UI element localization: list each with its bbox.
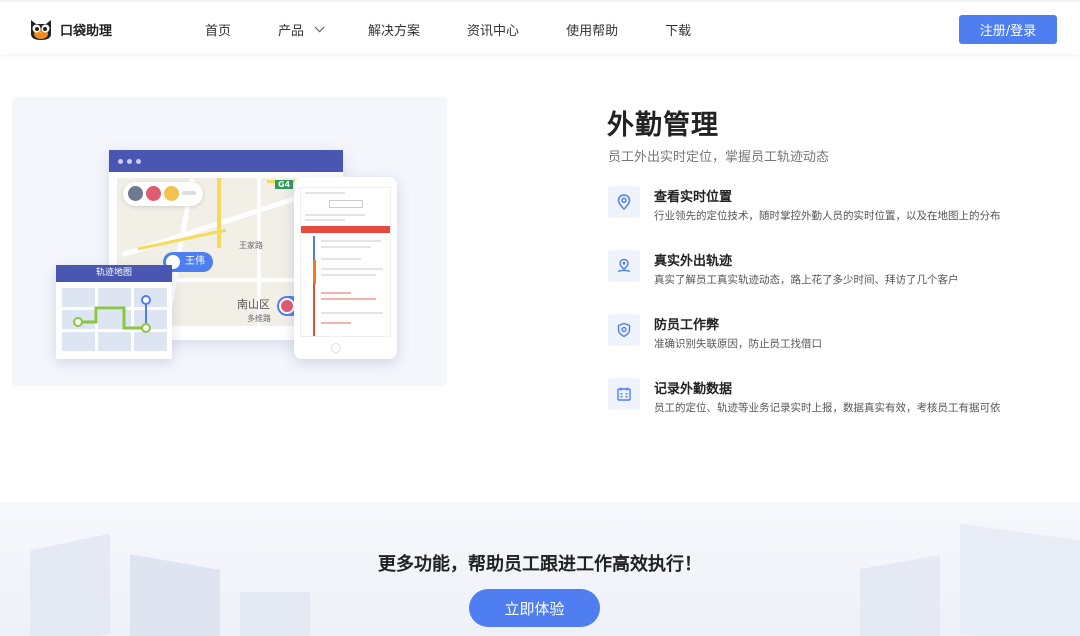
pin-name: 王伟	[185, 256, 205, 267]
cta-banner: 更多功能，帮助员工跟进工作高效执行！ 立即体验	[0, 502, 1080, 636]
window-dot-icon	[118, 159, 123, 164]
nav-label: 资讯中心	[467, 24, 520, 39]
section-subtitle: 员工外出实时定位，掌握员工轨迹动态	[608, 150, 830, 165]
nav-label: 首页	[205, 24, 232, 39]
window-dot-icon	[127, 159, 132, 164]
nav-label: 下载	[665, 24, 692, 39]
avatar	[146, 186, 161, 201]
feature-desc: 真实了解员工真实轨迹动态，路上花了多少时间、拜访了几个客户	[654, 274, 959, 286]
browser-titlebar	[109, 150, 343, 172]
route-path-icon	[73, 295, 151, 333]
nav-item-news[interactable]: 资讯中心	[467, 20, 519, 39]
location-pin-icon	[608, 186, 640, 218]
feature-item: 真实外出轨迹 真实了解员工真实轨迹动态，路上花了多少时间、拜访了几个客户	[608, 250, 1048, 290]
window-dot-icon	[136, 159, 141, 164]
building-decoration	[30, 533, 110, 636]
nav-label: 产品	[278, 24, 305, 39]
try-now-button[interactable]: 立即体验	[469, 589, 600, 627]
track-map	[62, 288, 167, 352]
nav-label: 解决方案	[368, 24, 421, 39]
avatar-group	[123, 182, 203, 206]
feature-item: 防员工作弊 准确识别失联原因，防止员工找借口	[608, 314, 1048, 354]
owl-logo-icon	[28, 16, 54, 42]
building-decoration	[960, 523, 1080, 636]
feature-desc: 行业领先的定位技术，随时掌控外勤人员的实时位置，以及在地图上的分布	[654, 210, 1001, 222]
cta-title: 更多功能，帮助员工跟进工作高效执行！	[378, 554, 702, 575]
nav-item-download[interactable]: 下载	[665, 20, 691, 39]
map-label: 王家路	[239, 241, 263, 250]
phone-screen	[300, 187, 391, 337]
section-title: 外勤管理	[607, 110, 719, 141]
feature-title: 记录外勤数据	[654, 382, 733, 397]
map-label: 多维路	[247, 314, 271, 323]
feature-desc: 准确识别失联原因，防止员工找借口	[654, 338, 822, 350]
feature-title: 查看实时位置	[654, 190, 733, 205]
shield-icon	[608, 314, 640, 346]
nav-item-help[interactable]: 使用帮助	[566, 20, 618, 39]
track-card-title: 轨迹地图	[56, 265, 172, 282]
route-icon	[608, 250, 640, 282]
nav-item-products[interactable]: 产品	[278, 20, 325, 39]
phone-mockup	[294, 177, 397, 359]
map-label: 南山区	[237, 298, 270, 311]
avatar	[164, 186, 179, 201]
register-login-button[interactable]: 注册/登录	[959, 15, 1057, 44]
feature-title: 真实外出轨迹	[654, 254, 733, 269]
feature-item: 记录外勤数据 员工的定位、轨迹等业务记录实时上报，数据真实有效，考核员工有据可依	[608, 378, 1048, 418]
nav-item-solutions[interactable]: 解决方案	[368, 20, 420, 39]
brand-name: 口袋助理	[60, 23, 113, 39]
highway-badge: G4	[275, 180, 294, 189]
track-map-card: 轨迹地图	[56, 265, 172, 359]
calendar-icon	[608, 378, 640, 410]
feature-title: 防员工作弊	[654, 318, 720, 333]
more-icon	[182, 191, 196, 195]
building-decoration	[240, 592, 310, 636]
feature-illustration: 南山区 G4 王家路 多维路 王伟 轨迹地图	[12, 97, 447, 386]
brand-logo[interactable]: 口袋助理	[28, 16, 112, 42]
home-button-icon	[331, 343, 341, 353]
top-navbar: 口袋助理 首页 产品 解决方案 资讯中心 使用帮助 下载 注册/登录	[0, 0, 1080, 54]
feature-item: 查看实时位置 行业领先的定位技术，随时掌控外勤人员的实时位置，以及在地图上的分布	[608, 186, 1048, 226]
chevron-down-icon	[314, 22, 325, 33]
main-nav: 首页 产品 解决方案 资讯中心 使用帮助 下载	[205, 20, 738, 39]
avatar	[128, 186, 143, 201]
feature-desc: 员工的定位、轨迹等业务记录实时上报，数据真实有效，考核员工有据可依	[654, 402, 1001, 414]
nav-label: 使用帮助	[566, 24, 619, 39]
nav-item-home[interactable]: 首页	[205, 20, 231, 39]
